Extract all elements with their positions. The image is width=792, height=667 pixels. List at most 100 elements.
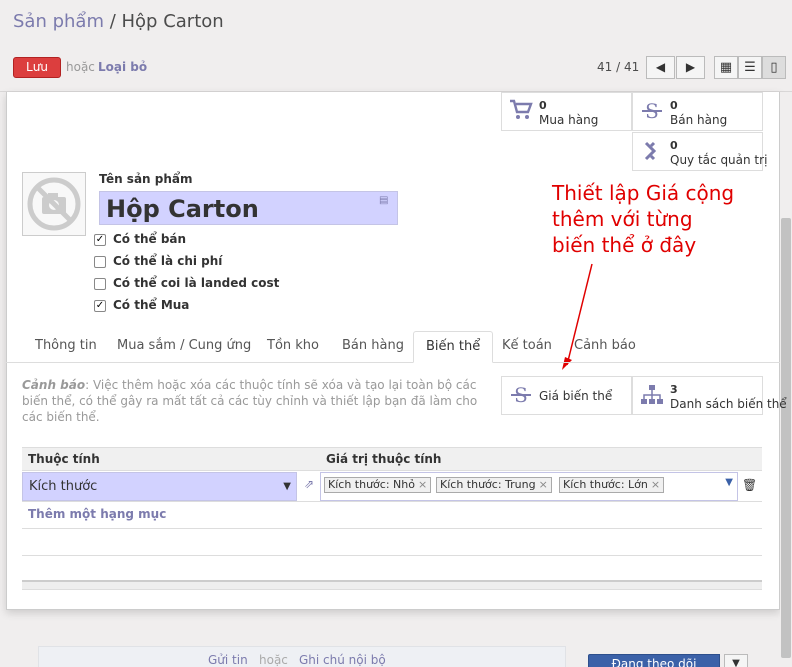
list-icon: ☰ (744, 60, 756, 75)
tab-warnings[interactable]: Cảnh báo (562, 331, 648, 363)
variants-label: Danh sách biến thể (670, 397, 787, 411)
save-button[interactable]: Lưu (13, 57, 61, 78)
value-tag: Kích thước: Lớn × (559, 477, 665, 493)
arrow-right-icon: ▶ (685, 60, 696, 74)
value-tag-label: Kích thước: Lớn (563, 478, 648, 491)
checkbox-purchase-ok-label: Có thể Mua (113, 298, 190, 312)
variant-prices-label: Giá biến thể (539, 389, 613, 403)
purchases-label: Mua hàng (539, 113, 599, 127)
variant-warning-text: Cảnh báo: Việc thêm hoặc xóa các thuộc t… (22, 377, 490, 425)
follow-dropdown-button[interactable]: ▼ (724, 654, 748, 667)
breadcrumb-separator: / (103, 11, 122, 32)
variants-smart-button[interactable]: 3 Danh sách biến thể (632, 376, 787, 415)
form-view-button[interactable]: ▯ (762, 56, 786, 79)
value-tag-label: Kích thước: Nhỏ (328, 478, 415, 491)
column-header-attribute[interactable]: Thuộc tính (28, 452, 100, 466)
checkbox-sale-ok[interactable]: ✓ Có thể bán (94, 232, 394, 248)
scrollbar-thumb[interactable] (781, 218, 791, 658)
checkbox-can-be-expensed[interactable]: Có thể là chi phí (94, 254, 394, 270)
checkbox-landed-cost[interactable]: Có thể coi là landed cost (94, 276, 394, 292)
shopping-cart-icon (508, 99, 534, 123)
breadcrumb-current: Hộp Carton (121, 11, 224, 32)
breadcrumb: Sản phẩm / Hộp Carton (13, 11, 224, 32)
product-image[interactable] (22, 172, 86, 236)
notebook-tabs: Thông tin Mua sắm / Cung ứng Tồn kho Bán… (6, 331, 780, 363)
value-tag-label: Kích thước: Trung (440, 478, 536, 491)
remove-tag-icon[interactable]: × (539, 478, 548, 491)
form-icon: ▯ (770, 60, 778, 75)
kanban-view-button[interactable]: ▦ (714, 56, 738, 79)
tab-accounting[interactable]: Kế toán (490, 331, 564, 363)
checkbox-can-be-expensed-box[interactable] (94, 256, 106, 268)
table-divider (22, 528, 762, 529)
warning-prefix: Cảnh báo (22, 378, 86, 392)
caret-down-icon[interactable]: ▼ (283, 473, 291, 500)
annotation-text: Thiết lập Giá cộng thêm với từng biến th… (552, 180, 782, 258)
checkbox-landed-cost-label: Có thể coi là landed cost (113, 276, 280, 290)
list-view-button[interactable]: ☰ (738, 56, 762, 79)
checkbox-sale-ok-box[interactable]: ✓ (94, 234, 106, 246)
annotation-line-2: thêm với từng (552, 207, 693, 231)
variants-count: 3 (670, 383, 678, 396)
checkbox-sale-ok-label: Có thể bán (113, 232, 187, 246)
chatter-or-label: hoặc (259, 653, 288, 667)
sales-count: 0 (670, 99, 678, 112)
annotation-line-1: Thiết lập Giá cộng (552, 181, 735, 205)
pager-previous-button[interactable]: ◀ (646, 56, 675, 79)
pager-value: 41 / 41 (597, 60, 640, 74)
tab-procurement[interactable]: Mua sắm / Cung ứng (105, 331, 263, 363)
sitemap-icon (639, 383, 665, 407)
purchases-smart-button[interactable]: 0 Mua hàng (501, 92, 632, 131)
trash-icon[interactable]: 🗑 (742, 478, 757, 492)
tab-general[interactable]: Thông tin (23, 331, 109, 363)
column-header-attribute-values[interactable]: Giá trị thuộc tính (326, 452, 441, 466)
pager-next-button[interactable]: ▶ (676, 56, 705, 79)
chatter-bar: Gửi tin hoặc Ghi chú nội bộ (38, 646, 566, 667)
attribute-select[interactable]: Kích thước ▼ (22, 472, 297, 501)
product-name-input[interactable]: Hộp Carton ▤ (99, 191, 398, 225)
checkbox-landed-cost-box[interactable] (94, 278, 106, 290)
attribute-select-value: Kích thước (29, 479, 98, 494)
warning-body: : Việc thêm hoặc xóa các thuộc tính sẽ x… (22, 378, 478, 424)
log-note-link[interactable]: Ghi chú nội bộ (299, 653, 386, 667)
table-divider (22, 555, 762, 556)
tab-sales[interactable]: Bán hàng (330, 331, 416, 363)
translate-icon[interactable]: ▤ (379, 194, 393, 208)
remove-tag-icon[interactable]: × (651, 478, 660, 491)
tab-inventory[interactable]: Tồn kho (255, 331, 331, 363)
sales-smart-button[interactable]: S 0 Bán hàng (632, 92, 763, 131)
value-tag: Kích thước: Nhỏ × (324, 477, 432, 493)
remove-tag-icon[interactable]: × (418, 478, 427, 491)
attribute-values-input[interactable]: Kích thước: Nhỏ × Kích thước: Trung × Kích… (320, 472, 738, 501)
dollar-icon: S (639, 99, 665, 123)
send-message-link[interactable]: Gửi tin (208, 653, 248, 667)
caret-down-icon: ▼ (732, 658, 740, 667)
checkbox-purchase-ok[interactable]: ✓ Có thể Mua (94, 298, 394, 314)
checkbox-purchase-ok-box[interactable]: ✓ (94, 300, 106, 312)
breadcrumb-parent-link[interactable]: Sản phẩm (13, 11, 104, 32)
table-row[interactable]: Kích thước ▼ ⇗ Kích thước: Nhỏ × Kích thư… (22, 471, 762, 502)
reordering-smart-button[interactable]: 0 Quy tắc quản trị (632, 132, 767, 171)
caret-down-icon[interactable]: ▼ (725, 477, 733, 488)
grid-icon: ▦ (719, 60, 733, 75)
dollar-icon: S (508, 383, 534, 407)
reordering-count: 0 (670, 139, 678, 152)
add-line-link[interactable]: Thêm một hạng mục (28, 507, 166, 521)
purchases-count: 0 (539, 99, 547, 112)
no-image-camera-icon (27, 177, 81, 231)
discard-link[interactable]: Loại bỏ (98, 60, 147, 74)
follow-button[interactable]: Đang theo dõi (588, 654, 720, 667)
tab-variants[interactable]: Biến thể (413, 331, 494, 363)
attribute-table-header: Thuộc tính Giá trị thuộc tính (22, 447, 762, 471)
refresh-icon (639, 139, 665, 163)
product-name-value: Hộp Carton (106, 195, 259, 223)
sales-label: Bán hàng (670, 113, 728, 127)
arrow-left-icon: ◀ (655, 60, 666, 74)
control-panel: Sản phẩm / Hộp Carton Lưu hoặc Loại bỏ 4… (0, 0, 792, 92)
value-tag: Kích thước: Trung × (436, 477, 552, 493)
product-name-label: Tên sản phẩm (99, 172, 193, 186)
external-link-icon[interactable]: ⇗ (300, 477, 318, 493)
table-footer (22, 580, 762, 590)
checkbox-can-be-expensed-label: Có thể là chi phí (113, 254, 223, 268)
variant-prices-smart-button[interactable]: S Giá biến thể (501, 376, 632, 415)
